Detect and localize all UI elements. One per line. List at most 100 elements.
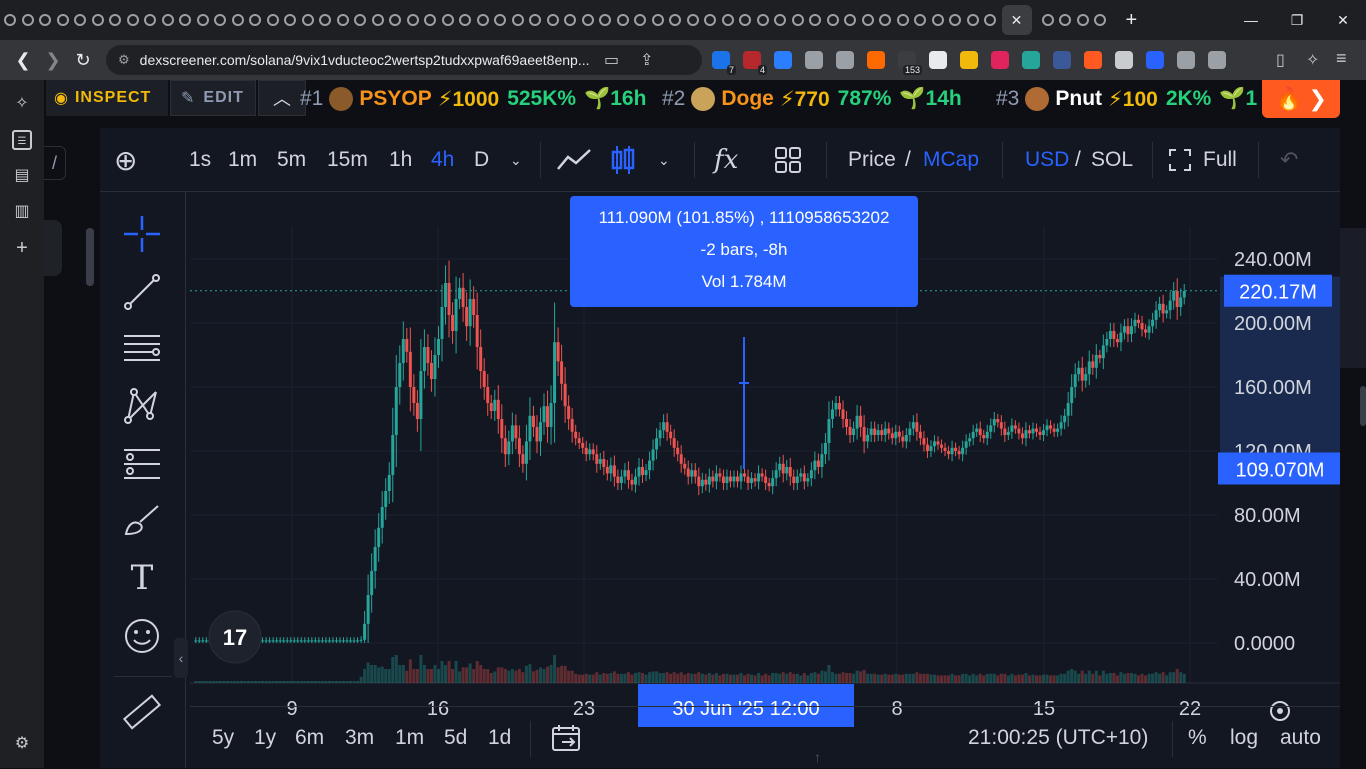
- browser-tab[interactable]: [389, 14, 401, 26]
- browser-tab[interactable]: [494, 14, 506, 26]
- bookmarks-icon[interactable]: ▤: [12, 166, 32, 186]
- add-panel-icon[interactable]: +: [12, 238, 32, 258]
- extension-icon[interactable]: [991, 51, 1009, 69]
- browser-tab[interactable]: [844, 14, 856, 26]
- browser-tab[interactable]: [231, 14, 244, 26]
- extension-icon[interactable]: [1022, 51, 1040, 69]
- mcap-toggle[interactable]: MCap: [923, 128, 979, 192]
- active-tab-close-icon[interactable]: ✕: [1001, 5, 1032, 35]
- browser-tab[interactable]: [896, 14, 909, 26]
- browser-tab[interactable]: [406, 14, 419, 26]
- ruler-icon[interactable]: [120, 690, 164, 734]
- line-chart-icon[interactable]: [556, 128, 594, 192]
- interval-1s[interactable]: 1s: [189, 128, 211, 192]
- browser-tab[interactable]: [809, 14, 821, 26]
- fullscreen-icon[interactable]: [1168, 128, 1192, 192]
- pattern-icon[interactable]: [120, 384, 164, 428]
- browser-tab[interactable]: [4, 14, 16, 26]
- cast-icon[interactable]: ▭: [604, 50, 619, 70]
- extension-icon[interactable]: [1084, 51, 1102, 69]
- close-window-button[interactable]: ✕: [1320, 0, 1366, 40]
- browser-tab[interactable]: [1094, 14, 1106, 26]
- crosshair-icon[interactable]: [120, 212, 164, 256]
- extension-icon[interactable]: [1053, 51, 1071, 69]
- reading-list-icon[interactable]: ☰: [12, 130, 32, 150]
- interval-1h[interactable]: 1h: [389, 128, 412, 192]
- interval-5m[interactable]: 5m: [277, 128, 306, 192]
- browser-tab[interactable]: [179, 14, 191, 26]
- browser-tab[interactable]: [616, 14, 629, 26]
- browser-tab[interactable]: [39, 14, 51, 26]
- browser-tab[interactable]: [249, 14, 261, 26]
- extension-icon[interactable]: [836, 51, 854, 69]
- new-tab-button[interactable]: +: [1126, 9, 1138, 32]
- page-scrollbar[interactable]: [1360, 386, 1366, 426]
- emoji-icon[interactable]: [120, 614, 164, 658]
- range-1m[interactable]: 1m: [395, 707, 424, 769]
- browser-tab[interactable]: [581, 14, 594, 26]
- browser-tab[interactable]: [336, 14, 349, 26]
- browser-tab[interactable]: [266, 14, 279, 26]
- chart-type-dropdown-icon[interactable]: ⌄: [658, 128, 670, 192]
- browser-tab[interactable]: [301, 14, 314, 26]
- browser-tab[interactable]: [1059, 14, 1071, 26]
- auto-scale-toggle[interactable]: auto: [1280, 707, 1321, 769]
- browser-tab[interactable]: [511, 14, 524, 26]
- browser-tab[interactable]: [669, 14, 681, 26]
- extension-icon[interactable]: [1177, 51, 1195, 69]
- browser-tab[interactable]: [56, 14, 69, 26]
- inspect-button[interactable]: ◉ INSPECT: [46, 80, 168, 116]
- browser-tab[interactable]: [109, 14, 121, 26]
- extension-icon[interactable]: [774, 51, 792, 69]
- browser-tab[interactable]: [914, 14, 926, 26]
- percent-scale-toggle[interactable]: %: [1188, 707, 1207, 769]
- browser-tab[interactable]: [441, 14, 454, 26]
- browser-tab[interactable]: [791, 14, 804, 26]
- settings-icon[interactable]: ⚙: [12, 734, 32, 754]
- usd-toggle[interactable]: USD: [1025, 128, 1069, 192]
- browser-tab[interactable]: [879, 14, 891, 26]
- browser-tab[interactable]: [546, 14, 559, 26]
- browser-tab[interactable]: [1076, 14, 1089, 26]
- share-icon[interactable]: ⇪: [640, 50, 653, 70]
- interval-15m[interactable]: 15m: [327, 128, 368, 192]
- browser-tab[interactable]: [774, 14, 786, 26]
- browser-tab[interactable]: [599, 14, 611, 26]
- browser-tab[interactable]: [371, 14, 384, 26]
- back-icon[interactable]: ❮: [8, 50, 38, 71]
- add-symbol-icon[interactable]: ⊕: [114, 128, 137, 192]
- extension-icon[interactable]: [1208, 51, 1226, 69]
- browser-tab[interactable]: [161, 14, 174, 26]
- trending-item-3[interactable]: #3 Pnut ⚡100 2K% 🌱1: [996, 80, 1257, 118]
- leo-icon[interactable]: ✧: [1306, 50, 1319, 70]
- browser-tab[interactable]: [74, 14, 86, 26]
- interval-d[interactable]: D: [474, 128, 489, 192]
- trendline-icon[interactable]: [120, 270, 164, 314]
- browser-tab[interactable]: [949, 14, 961, 26]
- browser-tab[interactable]: [704, 14, 716, 26]
- sidebar-toggle-icon[interactable]: ▯: [1276, 50, 1285, 70]
- range-5d[interactable]: 5d: [444, 707, 467, 769]
- price-toggle[interactable]: Price: [848, 128, 896, 192]
- browser-tab[interactable]: [739, 14, 751, 26]
- browser-tab[interactable]: [984, 14, 996, 26]
- extension-icon[interactable]: [929, 51, 947, 69]
- text-tool-icon[interactable]: T: [120, 556, 164, 600]
- menu-icon[interactable]: ≡: [1336, 48, 1347, 69]
- edit-button[interactable]: ✎ EDIT: [170, 80, 256, 116]
- range-5y[interactable]: 5y: [212, 707, 234, 769]
- browser-tab[interactable]: [721, 14, 734, 26]
- browser-tab[interactable]: [966, 14, 979, 26]
- collapse-button[interactable]: ︿: [258, 80, 306, 116]
- range-1d[interactable]: 1d: [488, 707, 511, 769]
- range-1y[interactable]: 1y: [254, 707, 276, 769]
- log-scale-toggle[interactable]: log: [1230, 707, 1258, 769]
- page-side-tab[interactable]: [44, 220, 62, 276]
- page-left-scrollbar[interactable]: [86, 228, 94, 286]
- browser-tab[interactable]: [826, 14, 839, 26]
- brush-icon[interactable]: [120, 498, 164, 542]
- layout-grid-icon[interactable]: [774, 128, 802, 192]
- page-side-handle[interactable]: /: [44, 146, 66, 180]
- site-info-icon[interactable]: ⚙: [118, 52, 130, 68]
- browser-tab[interactable]: [354, 14, 366, 26]
